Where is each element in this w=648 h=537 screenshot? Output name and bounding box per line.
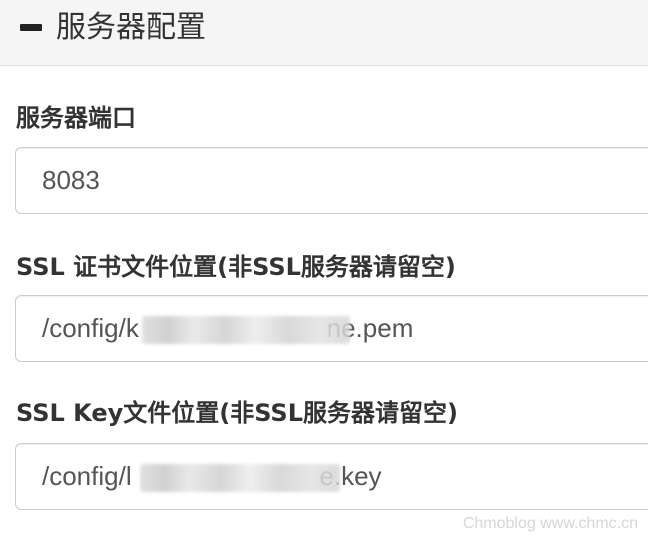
- watermark: Chmoblog www.chmc.cn: [462, 515, 638, 532]
- ssl-key-path-input[interactable]: [16, 444, 648, 509]
- panel-title: 服务器配置: [56, 10, 206, 45]
- ssl-cert-path-label: SSL 证书文件位置(非SSL服务器请留空): [16, 253, 456, 281]
- ssl-key-path-label: SSL Key文件位置(非SSL服务器请留空): [16, 399, 458, 427]
- ssl-key-path-field[interactable]: [15, 443, 648, 510]
- server-port-field[interactable]: [15, 147, 648, 214]
- panel-header[interactable]: 服务器配置: [0, 0, 648, 66]
- minus-icon[interactable]: [20, 24, 42, 31]
- ssl-cert-path-field[interactable]: [15, 295, 648, 362]
- server-port-input[interactable]: [16, 148, 648, 213]
- ssl-cert-path-input[interactable]: [16, 296, 648, 361]
- server-port-label: 服务器端口: [16, 104, 136, 132]
